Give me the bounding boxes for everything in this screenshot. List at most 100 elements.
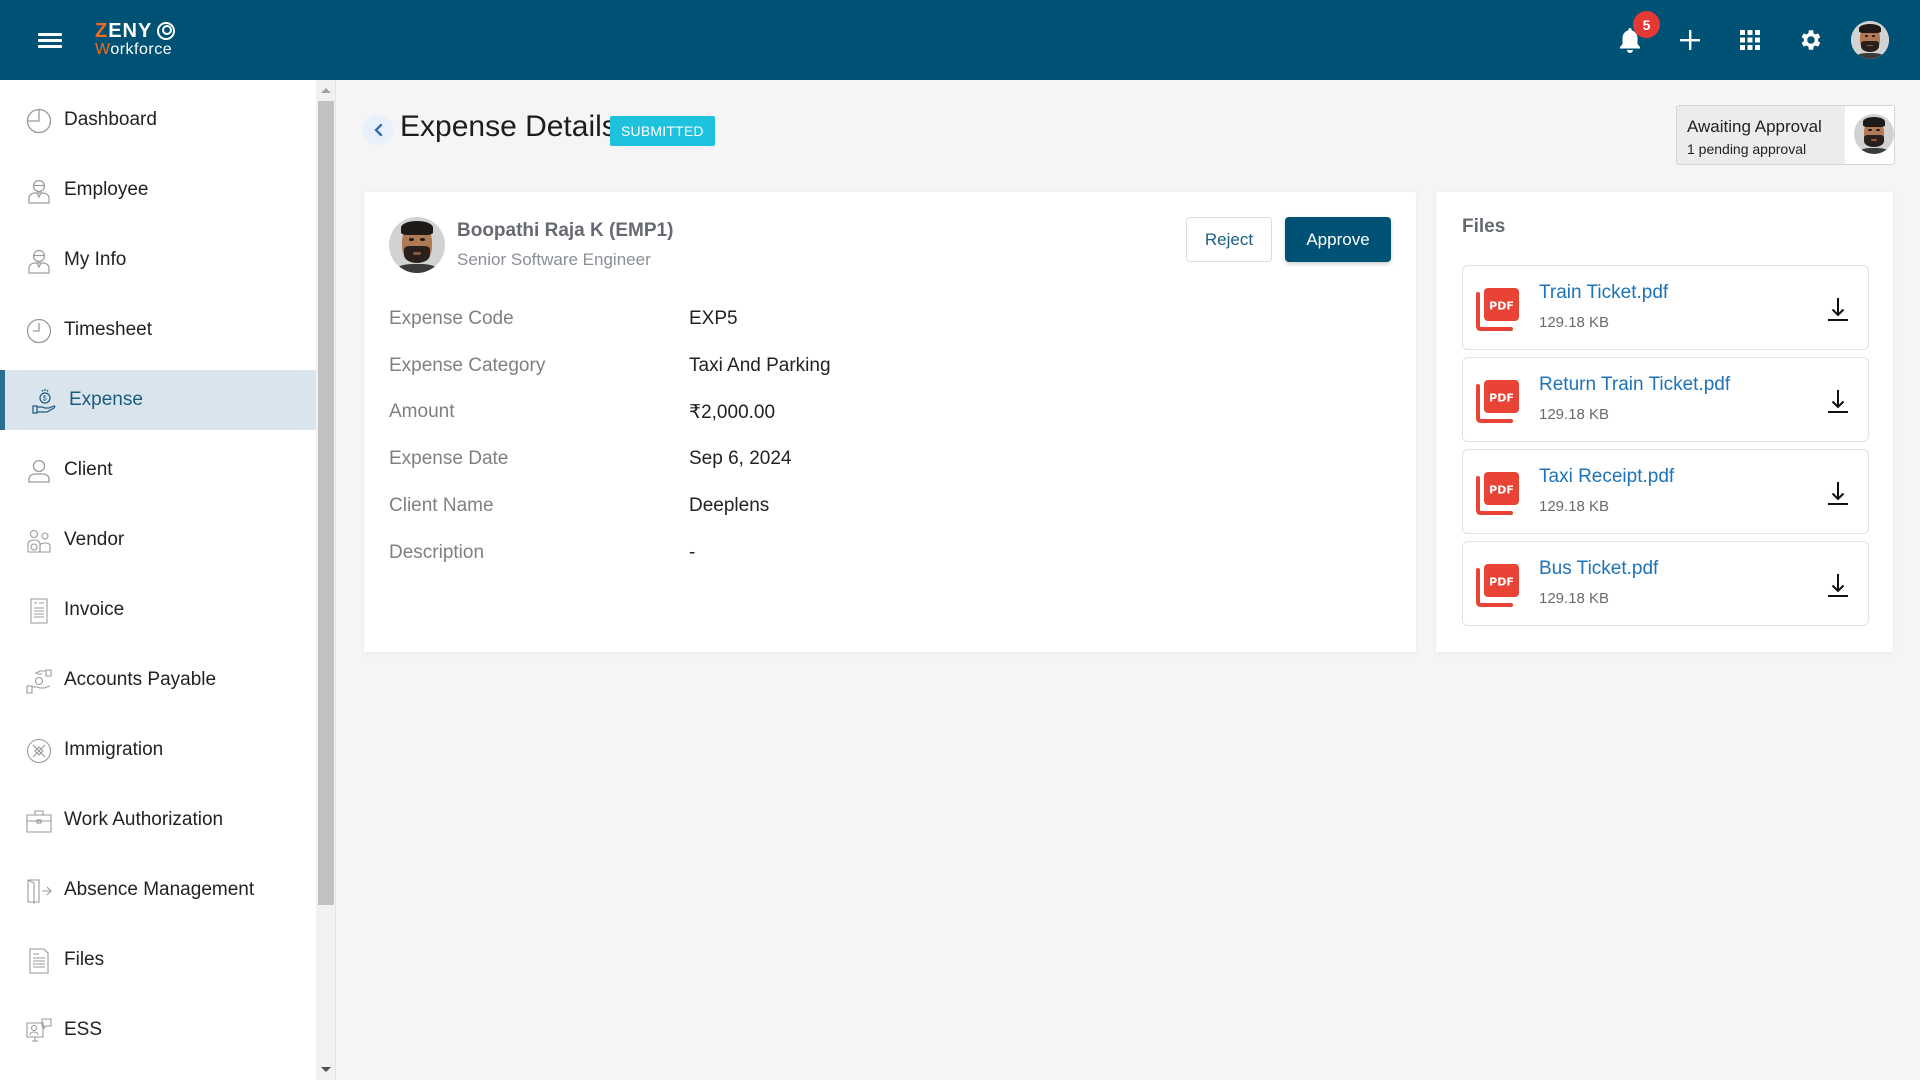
door-exit-icon — [26, 878, 52, 904]
download-icon[interactable] — [1826, 480, 1850, 506]
file-name-link[interactable]: Taxi Receipt.pdf — [1539, 466, 1674, 488]
detail-value: - — [689, 542, 696, 563]
monitor-chat-icon — [26, 1018, 52, 1044]
sidebar-item-timesheet[interactable]: Timesheet — [0, 300, 316, 360]
gear-icon[interactable] — [1794, 24, 1826, 56]
app-logo[interactable]: ZENY Workforce — [95, 21, 185, 61]
file-item[interactable]: PDF Taxi Receipt.pdf 129.18 KB — [1462, 449, 1869, 534]
client-user-icon — [26, 458, 52, 484]
detail-row-amount: Amount ₹2,000.00 — [389, 401, 1289, 431]
file-name-link[interactable]: Return Train Ticket.pdf — [1539, 374, 1730, 396]
awaiting-approval-box[interactable]: Awaiting Approval 1 pending approval — [1676, 105, 1895, 165]
detail-row-client-name: Client Name Deeplens — [389, 495, 1289, 525]
detail-label: Expense Code — [389, 308, 514, 329]
dashboard-pie-icon — [26, 108, 52, 134]
sidebar-item-expense[interactable]: $ Expense — [0, 370, 316, 430]
detail-value: ₹2,000.00 — [689, 402, 776, 423]
expense-details-card: Boopathi Raja K (EMP1) Senior Software E… — [364, 192, 1416, 652]
file-size: 129.18 KB — [1539, 498, 1610, 515]
employee-avatar — [389, 217, 445, 273]
pdf-file-icon: PDF — [1475, 470, 1521, 516]
sidebar-item-label: Accounts Payable — [64, 669, 217, 690]
page-title: Expense Details — [400, 110, 617, 143]
sidebar: Dashboard Employee My Info Timesheet $ E… — [0, 80, 316, 1080]
pdf-file-icon: PDF — [1475, 378, 1521, 424]
sidebar-item-label: Employee — [64, 179, 149, 200]
files-title: Files — [1462, 216, 1506, 237]
scroll-up-arrow-icon[interactable] — [321, 88, 331, 93]
svg-text:PDF: PDF — [1489, 576, 1514, 589]
pending-approval-count: 1 pending approval — [1687, 141, 1807, 157]
sidebar-item-my-info[interactable]: My Info — [0, 230, 316, 290]
detail-label: Description — [389, 542, 485, 563]
sidebar-item-accounts-payable[interactable]: Accounts Payable — [0, 650, 316, 710]
sidebar-item-ess[interactable]: ESS — [0, 1000, 316, 1060]
plus-icon[interactable] — [1674, 24, 1706, 56]
detail-row-description: Description - — [389, 542, 1289, 572]
svg-text:PDF: PDF — [1489, 484, 1514, 497]
svg-text:$: $ — [43, 396, 47, 403]
sidebar-item-label: Timesheet — [64, 319, 152, 340]
user-avatar[interactable] — [1851, 21, 1889, 59]
sidebar-item-vendor[interactable]: Vendor — [0, 510, 316, 570]
invoice-icon — [26, 598, 52, 624]
money-hand-icon: $ — [31, 388, 57, 414]
vendor-icon — [26, 528, 52, 554]
detail-row-expense-category: Expense Category Taxi And Parking — [389, 355, 1289, 385]
download-icon[interactable] — [1826, 296, 1850, 322]
sidebar-item-files[interactable]: Files — [0, 930, 316, 990]
download-icon[interactable] — [1826, 388, 1850, 414]
sidebar-item-dashboard[interactable]: Dashboard — [0, 90, 316, 150]
files-card: Files PDF Train Ticket.pdf 129.18 KB PDF… — [1436, 192, 1893, 652]
download-icon[interactable] — [1826, 572, 1850, 598]
employee-icon — [26, 178, 52, 204]
file-name-link[interactable]: Train Ticket.pdf — [1539, 282, 1668, 304]
back-button[interactable] — [363, 115, 393, 145]
clock-icon — [26, 318, 52, 344]
file-size: 129.18 KB — [1539, 406, 1610, 423]
my-info-icon — [26, 248, 52, 274]
sidebar-item-label: Dashboard — [64, 109, 157, 130]
plane-icon — [26, 738, 52, 764]
logo-text: ENY — [108, 20, 153, 42]
menu-icon[interactable] — [38, 31, 62, 49]
sidebar-item-label: Client — [64, 459, 113, 480]
pdf-file-icon: PDF — [1475, 286, 1521, 332]
detail-label: Expense Date — [389, 448, 509, 469]
file-name-link[interactable]: Bus Ticket.pdf — [1539, 558, 1658, 580]
sidebar-item-immigration[interactable]: Immigration — [0, 720, 316, 780]
logo-accent-w: W — [95, 41, 111, 58]
sidebar-item-label: My Info — [64, 249, 127, 270]
sidebar-item-label: Absence Management — [64, 879, 255, 900]
scroll-down-arrow-icon[interactable] — [321, 1067, 331, 1072]
sidebar-item-label: Vendor — [64, 529, 125, 550]
briefcase-icon — [26, 808, 52, 834]
sidebar-item-absence-management[interactable]: Absence Management — [0, 860, 316, 920]
sidebar-item-invoice[interactable]: Invoice — [0, 580, 316, 640]
approver-avatar — [1854, 114, 1894, 154]
apps-grid-icon[interactable] — [1734, 24, 1766, 56]
sidebar-scrollbar[interactable] — [316, 80, 336, 1080]
file-item[interactable]: PDF Bus Ticket.pdf 129.18 KB — [1462, 541, 1869, 626]
top-navbar: ZENY Workforce 5 — [0, 0, 1920, 80]
scrollbar-thumb[interactable] — [318, 101, 334, 905]
awaiting-approval-title: Awaiting Approval — [1687, 117, 1822, 136]
approve-button[interactable]: Approve — [1285, 217, 1391, 262]
sidebar-item-label: Expense — [69, 389, 143, 410]
sidebar-item-employee[interactable]: Employee — [0, 160, 316, 220]
sidebar-item-label: Immigration — [64, 739, 164, 760]
reject-button[interactable]: Reject — [1186, 217, 1272, 262]
sidebar-item-client[interactable]: Client — [0, 440, 316, 500]
logo-person-icon — [157, 22, 175, 40]
notification-badge[interactable]: 5 — [1633, 11, 1660, 38]
file-item[interactable]: PDF Train Ticket.pdf 129.18 KB — [1462, 265, 1869, 350]
svg-text:PDF: PDF — [1489, 392, 1514, 405]
detail-row-expense-code: Expense Code EXP5 — [389, 308, 1289, 338]
sidebar-item-label: Work Authorization — [64, 809, 224, 830]
logo-subtext: orkforce — [110, 41, 173, 58]
file-item[interactable]: PDF Return Train Ticket.pdf 129.18 KB — [1462, 357, 1869, 442]
sidebar-item-work-authorization[interactable]: Work Authorization — [0, 790, 316, 850]
detail-value: Sep 6, 2024 — [689, 448, 792, 469]
chevron-left-icon — [374, 123, 383, 137]
status-badge: SUBMITTED — [610, 116, 715, 146]
